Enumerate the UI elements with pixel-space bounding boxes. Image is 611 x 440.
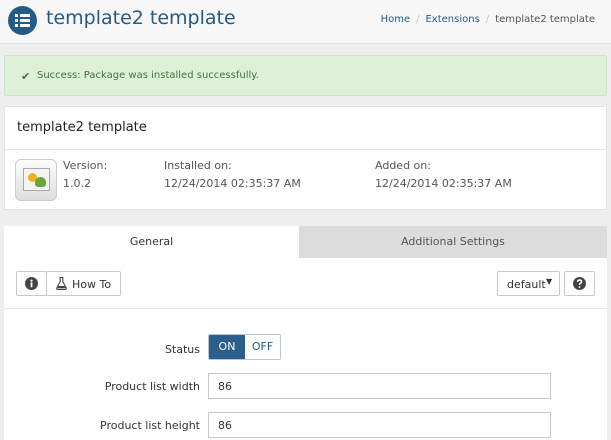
tab-additional-settings[interactable]: Additional Settings <box>299 226 607 258</box>
product-list-height-input[interactable] <box>208 412 551 438</box>
flask-icon <box>56 277 67 290</box>
extension-info-panel: template2 template Version: 1.0.2 Instal… <box>4 106 607 210</box>
alert-message: Success: Package was installed successfu… <box>37 70 259 81</box>
installed-on-label: Installed on: <box>164 159 232 172</box>
page-header: template2 template Home / Extensions / templ… <box>0 0 611 44</box>
how-to-label: How To <box>72 278 112 291</box>
breadcrumb-home[interactable]: Home <box>381 14 411 25</box>
breadcrumb-separator: / <box>485 14 490 25</box>
store-select-value: default <box>507 278 546 291</box>
check-icon: ✔ <box>21 70 31 83</box>
question-icon <box>573 277 586 290</box>
breadcrumb-current: template2 template <box>495 14 595 25</box>
image-placeholder-icon <box>15 159 57 201</box>
breadcrumb-separator: / <box>416 14 420 25</box>
product-list-width-input[interactable] <box>208 373 551 399</box>
caret-down-icon: ▼ <box>546 277 553 286</box>
version-value: 1.0.2 <box>63 177 91 190</box>
extension-title: template2 template <box>17 120 147 135</box>
divider <box>5 149 606 150</box>
product-list-height-label: Product list height <box>100 419 200 432</box>
tab-general[interactable]: General <box>4 226 299 258</box>
success-alert: ✔ Success: Package was installed success… <box>4 55 607 96</box>
installed-on-value: 12/24/2014 02:35:37 AM <box>164 177 301 190</box>
help-button[interactable] <box>564 271 595 296</box>
info-button[interactable] <box>16 271 47 296</box>
divider <box>4 308 607 309</box>
breadcrumb-extensions[interactable]: Extensions <box>425 14 479 25</box>
settings-panel: How To default ▼ Status ON OFF Product l… <box>4 258 607 440</box>
breadcrumb: Home / Extensions / template2 template <box>381 14 595 25</box>
status-toggle[interactable]: ON OFF <box>208 334 281 360</box>
list-menu-icon[interactable] <box>8 6 37 35</box>
status-off-option[interactable]: OFF <box>245 335 280 359</box>
info-icon <box>25 277 38 290</box>
added-on-label: Added on: <box>375 159 431 172</box>
added-on-value: 12/24/2014 02:35:37 AM <box>375 177 512 190</box>
version-label: Version: <box>63 159 108 172</box>
page-title: template2 template <box>46 7 236 29</box>
status-on-option[interactable]: ON <box>209 335 245 359</box>
status-label: Status <box>164 343 200 356</box>
how-to-button[interactable]: How To <box>46 271 121 296</box>
settings-tabs: General Additional Settings <box>4 226 607 258</box>
store-select[interactable]: default ▼ <box>497 271 560 296</box>
product-list-width-label: Product list width <box>104 380 200 393</box>
